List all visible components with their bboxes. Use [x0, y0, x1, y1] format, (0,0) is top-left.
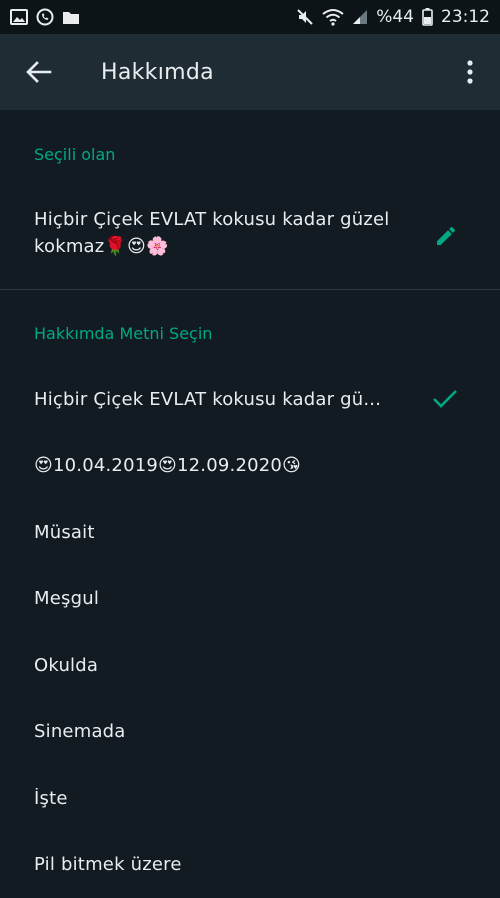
about-option[interactable]: 😍10.04.2019😍12.09.2020😘 — [0, 433, 500, 500]
pencil-icon — [434, 224, 458, 248]
arrow-back-icon — [26, 61, 52, 83]
current-section-label: Seçili olan — [34, 145, 115, 164]
about-option[interactable]: Müsait — [0, 499, 500, 566]
about-option-label: Hiçbir Çiçek EVLAT kokusu kadar gü... — [34, 389, 381, 410]
about-option[interactable]: İşte — [0, 765, 500, 832]
battery-icon — [422, 8, 433, 26]
about-option[interactable]: Okulda — [0, 632, 500, 699]
wifi-icon — [322, 8, 344, 26]
about-option[interactable]: Pil bitmek üzere — [0, 832, 500, 898]
about-option[interactable]: Meşgul — [0, 566, 500, 633]
status-right-icons: %44 23:12 — [296, 7, 490, 27]
current-about-text: Hiçbir Çiçek EVLAT kokusu kadar güzel ko… — [34, 206, 414, 260]
current-about-row[interactable]: Hiçbir Çiçek EVLAT kokusu kadar güzel ko… — [0, 190, 500, 280]
whatsapp-notification-icon — [36, 8, 54, 26]
page-title: Hakkımda — [101, 60, 446, 85]
about-option-label: Müsait — [34, 522, 95, 543]
status-bar: %44 23:12 — [0, 0, 500, 34]
about-option-label: Okulda — [34, 655, 98, 676]
about-options-list: Hiçbir Çiçek EVLAT kokusu kadar gü... 😍1… — [0, 366, 500, 898]
section-divider — [0, 289, 500, 290]
edit-about-button[interactable] — [426, 216, 466, 256]
about-option-label: Pil bitmek üzere — [34, 854, 182, 875]
battery-percent: %44 — [376, 7, 414, 27]
clock: 23:12 — [441, 7, 490, 27]
status-left-icons — [10, 8, 80, 26]
about-option-label: 😍10.04.2019😍12.09.2020😘 — [34, 455, 301, 476]
back-button[interactable] — [9, 42, 69, 102]
more-options-button[interactable] — [446, 42, 494, 102]
check-icon — [430, 384, 460, 414]
about-option[interactable]: Hiçbir Çiçek EVLAT kokusu kadar gü... — [0, 366, 500, 433]
about-option-label: Sinemada — [34, 721, 126, 742]
about-option-label: Meşgul — [34, 588, 99, 609]
options-section-label: Hakkımda Metni Seçin — [34, 324, 212, 343]
folder-notification-icon — [62, 10, 80, 25]
about-option-label: İşte — [34, 788, 68, 809]
app-bar: Hakkımda — [0, 34, 500, 110]
mute-icon — [296, 8, 314, 26]
more-vert-icon — [467, 60, 473, 84]
gallery-notification-icon — [10, 9, 28, 25]
about-option[interactable]: Sinemada — [0, 699, 500, 766]
signal-icon — [352, 9, 368, 25]
